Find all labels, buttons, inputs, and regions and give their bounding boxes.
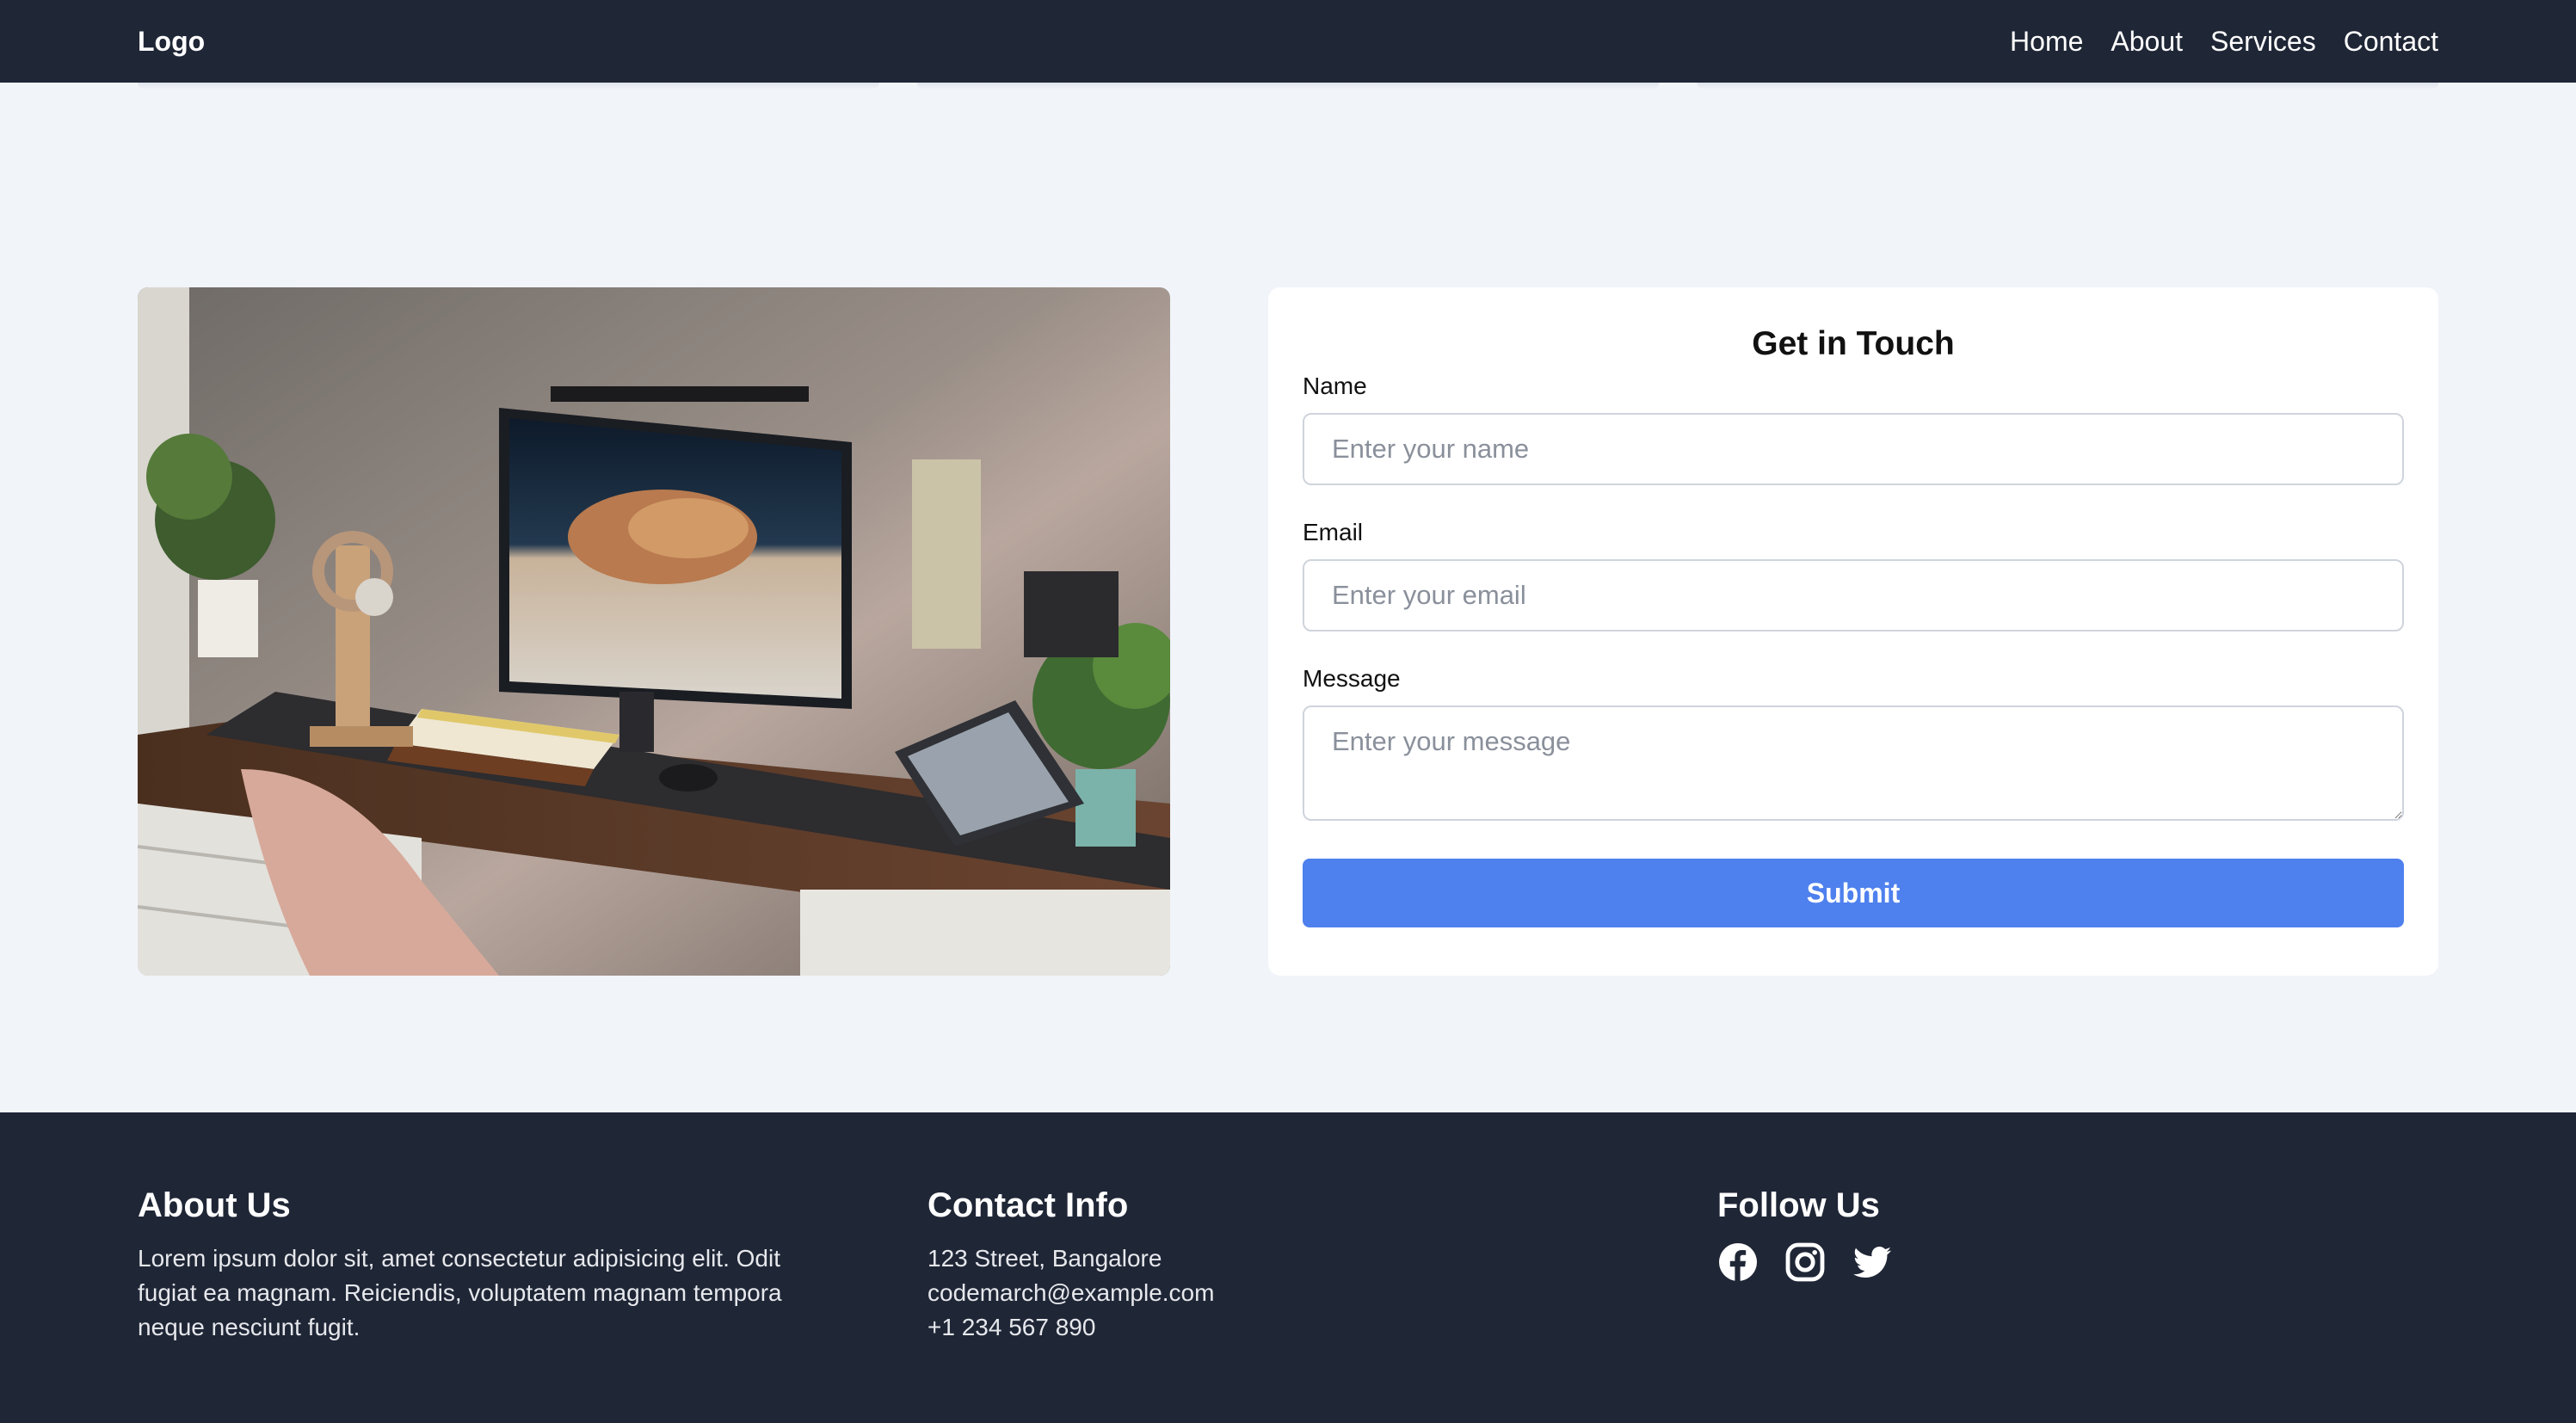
instagram-icon[interactable]: [1784, 1241, 1826, 1283]
facebook-icon[interactable]: [1717, 1241, 1759, 1283]
message-textarea[interactable]: [1303, 705, 2404, 821]
shadow-segment: [1697, 83, 2438, 89]
desk-setup-illustration: [138, 287, 1170, 976]
shadow-segment: [138, 83, 879, 89]
message-label: Message: [1303, 665, 1401, 692]
nav-link-about[interactable]: About: [2111, 26, 2183, 58]
site-footer: About Us Lorem ipsum dolor sit, amet con…: [0, 1112, 2576, 1423]
shadow-segment: [917, 83, 1659, 89]
form-title: Get in Touch: [1752, 325, 1955, 362]
name-input[interactable]: [1303, 413, 2404, 485]
footer-contact-section: Contact Info 123 Street, Bangalore codem…: [927, 1181, 1717, 1423]
top-navbar: Logo Home About Services Contact: [0, 0, 2576, 83]
desk-setup-photo: [138, 287, 1170, 976]
submit-button[interactable]: Submit: [1303, 859, 2404, 927]
contact-phone: +1 234 567 890: [927, 1314, 1096, 1340]
contact-info-heading: Contact Info: [927, 1186, 1129, 1224]
header-card-shadows: [0, 83, 2576, 89]
main-nav: Home About Services Contact: [2010, 26, 2438, 58]
footer-follow-section: Follow Us: [1717, 1181, 2437, 1423]
footer-about-section: About Us Lorem ipsum dolor sit, amet con…: [138, 1181, 927, 1423]
contact-form: Get in Touch Name Email Message Submit: [1268, 287, 2438, 976]
contact-address: 123 Street, Bangalore: [927, 1245, 1162, 1272]
nav-link-services[interactable]: Services: [2210, 26, 2316, 58]
email-label: Email: [1303, 519, 1364, 545]
follow-heading: Follow Us: [1717, 1186, 1880, 1224]
site-logo[interactable]: Logo: [138, 26, 205, 58]
email-input[interactable]: [1303, 559, 2404, 631]
nav-link-contact[interactable]: Contact: [2344, 26, 2438, 58]
about-heading: About Us: [138, 1186, 291, 1224]
contact-email: codemarch@example.com: [927, 1279, 1215, 1306]
social-links: [1717, 1241, 2437, 1283]
about-text: Lorem ipsum dolor sit, amet consectetur …: [138, 1245, 782, 1340]
twitter-icon[interactable]: [1852, 1241, 1893, 1283]
nav-link-home[interactable]: Home: [2010, 26, 2083, 58]
name-label: Name: [1303, 373, 1367, 399]
